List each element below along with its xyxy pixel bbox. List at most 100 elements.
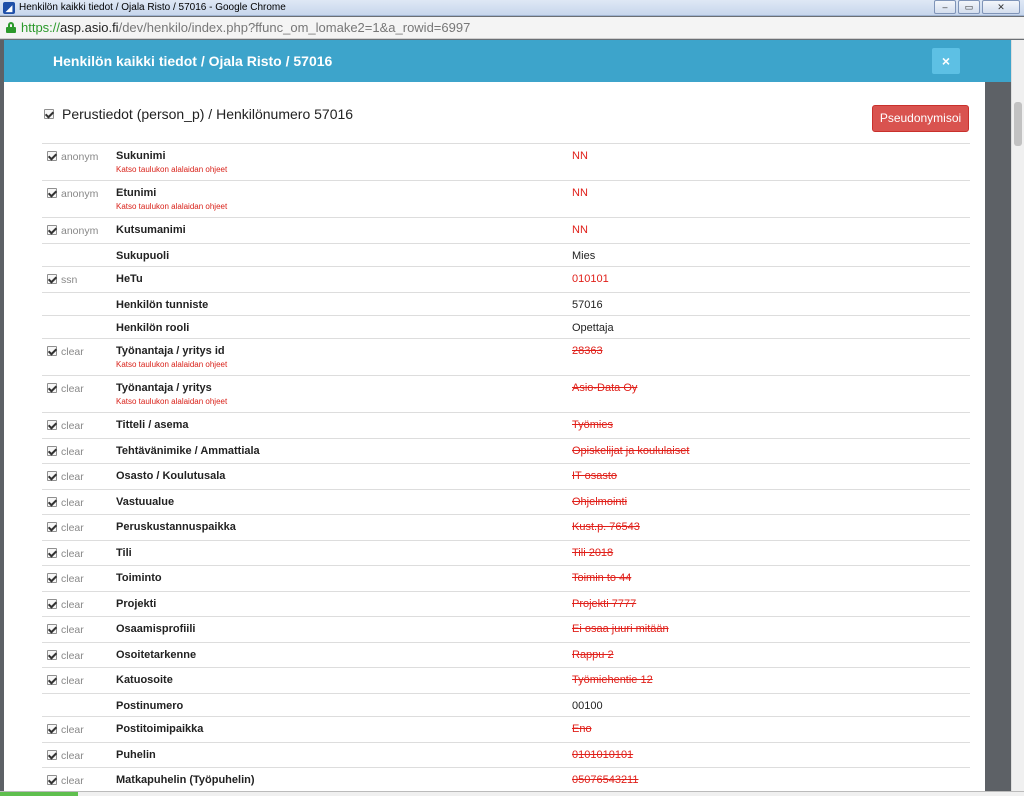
- row-value-cell: Opiskelijat ja koululaiset: [570, 439, 970, 464]
- row-checkbox[interactable]: [47, 446, 57, 456]
- field-value: Eno: [572, 723, 592, 735]
- row-value-cell: Opettaja: [570, 316, 970, 339]
- modal-title: Henkilön kaikki tiedot / Ojala Risto / 5…: [53, 53, 333, 69]
- row-value-cell: 05076543211: [570, 768, 970, 794]
- row-anon-cell: anonym: [42, 144, 114, 181]
- row-checkbox[interactable]: [47, 599, 57, 609]
- row-anon-type: anonym: [61, 225, 99, 237]
- pseudonymize-button[interactable]: Pseudonymisoi: [872, 105, 969, 132]
- field-value: 00100: [572, 700, 603, 712]
- row-anon-cell: [42, 316, 114, 339]
- row-checkbox[interactable]: [47, 724, 57, 734]
- row-checkbox[interactable]: [47, 775, 57, 785]
- row-label-cell: Katuosoite: [114, 668, 570, 694]
- table-row: clear Toiminto Toimin to 44: [42, 565, 970, 592]
- row-checkbox[interactable]: [47, 225, 57, 235]
- field-hint: Katso taulukon alalaidan ohjeet: [116, 202, 228, 211]
- field-value: 0101010101: [572, 749, 634, 761]
- row-label-cell: Kutsumanimi: [114, 218, 570, 244]
- row-label-cell: Vastuualue: [114, 490, 570, 515]
- row-checkbox[interactable]: [47, 675, 57, 685]
- field-hint: Katso taulukon alalaidan ohjeet: [116, 397, 228, 406]
- row-label-cell: Henkilön tunniste: [114, 293, 570, 316]
- minimize-button[interactable]: –: [934, 0, 956, 14]
- row-value-cell: Kust.p. 76543: [570, 515, 970, 541]
- row-label-cell: Työnantaja / yritys Katso taulukon alalai…: [114, 376, 570, 413]
- row-checkbox[interactable]: [47, 497, 57, 507]
- scrollbar-thumb[interactable]: [1014, 102, 1022, 146]
- modal-close-button[interactable]: ×: [932, 48, 960, 74]
- field-value: NN: [572, 150, 588, 162]
- row-label-cell: Sukunimi Katso taulukon alalaidan ohjeet: [114, 144, 570, 181]
- field-value: Työmies: [572, 419, 613, 431]
- row-anon-cell: clear: [42, 768, 114, 794]
- row-checkbox[interactable]: [47, 650, 57, 660]
- section-checkbox[interactable]: [44, 109, 54, 119]
- field-label: Sukupuoli: [116, 250, 170, 262]
- row-value-cell: NN: [570, 181, 970, 218]
- row-value-cell: 28363: [570, 339, 970, 376]
- table-row: clear Työnantaja / yritys id Katso tauluko…: [42, 338, 970, 376]
- field-label: Postitoimipaikka: [116, 723, 204, 735]
- row-anon-type: clear: [61, 573, 84, 585]
- address-bar[interactable]: https://asp.asio.fi/dev/henkilo/index.ph…: [0, 17, 1024, 39]
- row-checkbox[interactable]: [47, 471, 57, 481]
- field-value: Asio-Data Oy: [572, 382, 638, 394]
- table-row: anonym Kutsumanimi NN: [42, 217, 970, 244]
- row-anon-cell: [42, 244, 114, 267]
- field-value: IT osasto: [572, 470, 618, 482]
- table-row: clear Vastuualue Ohjelmointi: [42, 489, 970, 515]
- field-value: Projekti 7777: [572, 598, 637, 610]
- row-anon-cell: clear: [42, 490, 114, 515]
- row-value-cell: Asio-Data Oy: [570, 376, 970, 413]
- field-label: Sukunimi: [116, 150, 166, 162]
- field-value: NN: [572, 187, 588, 199]
- row-checkbox[interactable]: [47, 573, 57, 583]
- row-anon-type: clear: [61, 775, 84, 787]
- row-checkbox[interactable]: [47, 548, 57, 558]
- row-value-cell: Työmies: [570, 413, 970, 439]
- section-header: Perustiedot (person_p) / Henkilönumero 5…: [44, 106, 353, 122]
- lock-icon[interactable]: [6, 22, 16, 33]
- row-checkbox[interactable]: [47, 522, 57, 532]
- row-checkbox[interactable]: [47, 383, 57, 393]
- row-label-cell: Henkilön rooli: [114, 316, 570, 339]
- row-anon-type: ssn: [61, 274, 78, 286]
- window-titlebar: ◢ Henkilön kaikki tiedot / Ojala Risto /…: [0, 0, 1024, 16]
- row-anon-cell: anonym: [42, 218, 114, 244]
- window-close-button[interactable]: ✕: [982, 0, 1020, 14]
- row-anon-type: anonym: [61, 188, 99, 200]
- row-value-cell: NN: [570, 144, 970, 181]
- field-value: Toimin to 44: [572, 572, 632, 584]
- page-scrollbar[interactable]: [1011, 40, 1024, 796]
- field-hint: Katso taulukon alalaidan ohjeet: [116, 165, 228, 174]
- row-value-cell: IT osasto: [570, 464, 970, 490]
- row-label-cell: Etunimi Katso taulukon alalaidan ohjeet: [114, 181, 570, 218]
- row-checkbox[interactable]: [47, 750, 57, 760]
- maximize-button[interactable]: ▭: [958, 0, 980, 14]
- row-value-cell: Projekti 7777: [570, 592, 970, 617]
- row-value-cell: 57016: [570, 293, 970, 316]
- field-label: Osoitetarkenne: [116, 649, 197, 661]
- table-row: clear Peruskustannuspaikka Kust.p. 76543: [42, 514, 970, 541]
- row-checkbox[interactable]: [47, 151, 57, 161]
- table-row: clear Katuosoite Työmiehentie 12: [42, 667, 970, 694]
- row-anon-cell: clear: [42, 339, 114, 376]
- table-row: clear Tehtävänimike / Ammattiala Opiskelij…: [42, 438, 970, 464]
- row-checkbox[interactable]: [47, 188, 57, 198]
- chrome-app-icon: ◢: [3, 1, 15, 14]
- row-checkbox[interactable]: [47, 624, 57, 634]
- field-label: Puhelin: [116, 749, 156, 761]
- field-value: Kust.p. 76543: [572, 521, 640, 533]
- row-checkbox[interactable]: [47, 274, 57, 284]
- row-checkbox[interactable]: [47, 346, 57, 356]
- row-value-cell: Tili 2018: [570, 541, 970, 566]
- row-anon-type: clear: [61, 650, 84, 662]
- field-label: Peruskustannuspaikka: [116, 521, 236, 533]
- row-checkbox[interactable]: [47, 420, 57, 430]
- field-label: Postinumero: [116, 700, 184, 712]
- table-row: clear Matkapuhelin (Työpuhelin) 0507654321…: [42, 767, 970, 794]
- table-row: ssn HeTu 010101: [42, 266, 970, 293]
- field-label: Toiminto: [116, 572, 162, 584]
- row-label-cell: HeTu: [114, 267, 570, 293]
